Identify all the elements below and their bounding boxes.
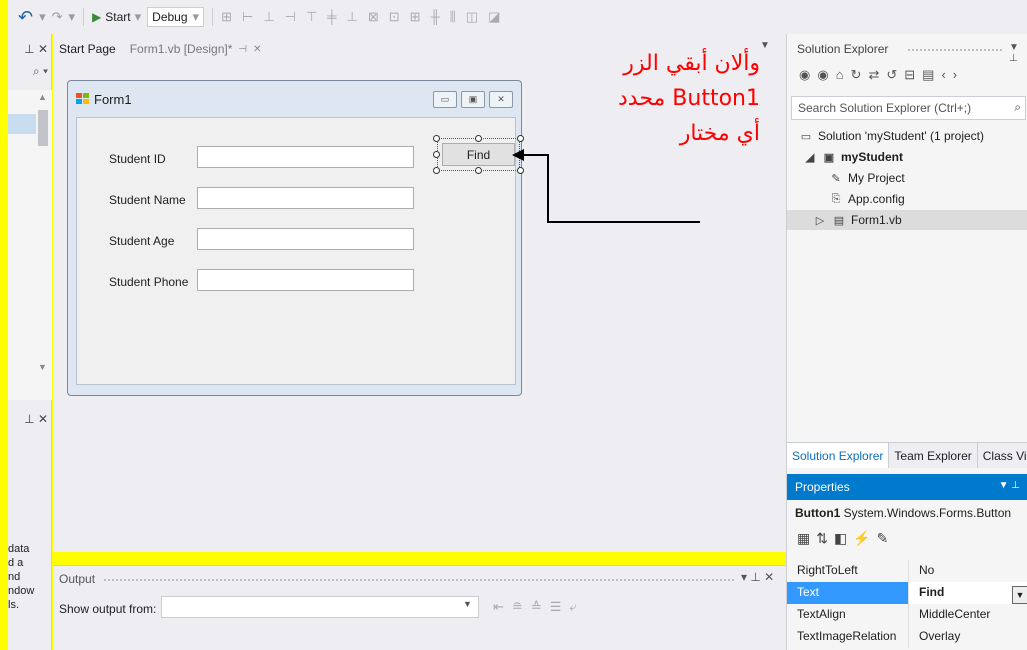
tree-item-label: Form1.vb [851, 213, 902, 227]
next-message-icon[interactable]: ≙ [531, 599, 550, 614]
tree-item-app-config[interactable]: ⎘ App.config [829, 189, 905, 209]
arabic-annotation: وألان أبقي الزر Button1 محدد أي مختار [560, 46, 760, 151]
object-type: System.Windows.Forms.Button [843, 506, 1012, 520]
property-name: Text [787, 582, 908, 604]
categorized-icon[interactable]: ▦ [797, 530, 816, 546]
output-toolbar-icons: ⇤≘≙☰⤶ [493, 599, 585, 615]
property-name: TextImageRelation [797, 629, 897, 643]
sync-icon[interactable]: ⇄ [868, 67, 886, 82]
properties-panel: Properties ▼ ⊥ Button1 System.Windows.Fo… [786, 474, 1027, 650]
view-code-icon[interactable]: ‹› [941, 67, 964, 82]
property-name: RightToLeft [797, 563, 858, 577]
panel-grip[interactable] [103, 578, 735, 582]
dropdown-icon[interactable]: ▾ [741, 570, 747, 584]
annotation-line: Button1 محدد [617, 86, 760, 111]
properties-icon[interactable]: ◧ [834, 530, 853, 546]
expand-icon[interactable]: ◢ [803, 151, 817, 164]
property-row-text[interactable]: Text Find [787, 582, 1027, 604]
properties-title-bar: Properties ▼ ⊥ [787, 474, 1027, 500]
config-file-icon: ⎘ [831, 192, 841, 205]
panel-header-controls: ▾ ⊥ ✕ [741, 570, 774, 584]
properties-toolbar: ▦⇅◧⚡✎ [797, 530, 894, 547]
pin-icon[interactable]: ▼ ⊥ [1009, 42, 1027, 64]
chevron-down-icon[interactable]: ▼ [463, 599, 472, 609]
vb-project-icon: ▣ [823, 151, 835, 164]
tree-item-solution[interactable]: ▭ Solution 'myStudent' (1 project) [799, 126, 984, 146]
clear-all-icon[interactable]: ☰ [550, 599, 570, 614]
search-icon[interactable]: ⌕ [1014, 100, 1021, 115]
search-placeholder: Search Solution Explorer (Ctrl+;) [798, 101, 972, 115]
output-panel: Output ▾ ⊥ ✕ Show output from: ▼ ⇤≘≙☰⤶ [53, 565, 786, 650]
annotation-line: وألان أبقي الزر [623, 51, 760, 76]
solution-icon: ▭ [800, 130, 812, 143]
forward-icon[interactable]: ◉ [817, 67, 835, 82]
tab-solution-explorer[interactable]: Solution Explorer [787, 443, 890, 468]
pin-icon[interactable]: ⊥ [750, 570, 760, 584]
pin-icon[interactable]: ▼ ⊥ [999, 480, 1020, 491]
tree-item-my-project[interactable]: ✎ My Project [829, 168, 905, 188]
events-icon[interactable]: ⚡ [853, 530, 876, 546]
solution-explorer-toolbar: ◉◉⌂↻⇄↺⊟▤‹› [799, 67, 964, 83]
annotation-line: أي مختار [679, 121, 760, 146]
output-title: Output [59, 572, 96, 586]
property-name: TextAlign [797, 607, 846, 621]
close-icon[interactable]: ✕ [764, 570, 774, 584]
tree-item-form1[interactable]: ▷ ▤ Form1.vb [787, 210, 1027, 230]
refresh-icon[interactable]: ↺ [886, 67, 904, 82]
show-all-files-icon[interactable]: ▤ [922, 67, 941, 82]
tab-team-explorer[interactable]: Team Explorer [889, 443, 978, 468]
tree-item-label: App.config [848, 192, 905, 206]
tree-item-project[interactable]: ◢ ▣ myStudent [803, 147, 903, 167]
form-file-icon: ▤ [833, 214, 845, 227]
property-value[interactable]: Overlay [908, 626, 1027, 648]
explorer-tab-strip: Solution Explorer Team Explorer Class Vi… [787, 442, 1027, 468]
solution-search-input[interactable]: Search Solution Explorer (Ctrl+;) ⌕ [791, 96, 1026, 120]
tree-item-label: myStudent [841, 150, 904, 164]
object-name: Button1 [795, 506, 841, 520]
solution-explorer-panel: Solution Explorer ▼ ⊥ ◉◉⌂↻⇄↺⊟▤‹› Search … [786, 34, 1027, 474]
wrench-icon: ✎ [831, 172, 841, 185]
property-row[interactable]: TextAlign MiddleCenter [787, 604, 1027, 626]
annotation-arrow-to-find-button [520, 154, 700, 223]
tab-class-view[interactable]: Class View [978, 443, 1027, 468]
tree-item-label: Solution 'myStudent' (1 project) [818, 129, 984, 143]
collapse-icon[interactable]: ⊟ [904, 67, 922, 82]
property-value[interactable]: No [908, 560, 1027, 582]
panel-grip[interactable] [907, 48, 1002, 52]
home-icon[interactable]: ⌂ [836, 67, 851, 82]
solution-explorer-title: Solution Explorer [797, 42, 889, 56]
property-value[interactable]: MiddleCenter [908, 604, 1027, 626]
find-message-icon[interactable]: ⇤ [493, 599, 512, 614]
property-row[interactable]: TextImageRelation Overlay [787, 626, 1027, 648]
show-output-from-label: Show output from: [59, 602, 157, 616]
property-dropdown-icon[interactable]: ▼ [1012, 586, 1027, 604]
property-value[interactable]: Find [908, 582, 1027, 604]
output-source-select[interactable] [161, 596, 479, 618]
alphabetical-icon[interactable]: ⇅ [816, 530, 834, 546]
tree-item-label: My Project [848, 171, 905, 185]
properties-object-selector[interactable]: Button1 System.Windows.Forms.Button [795, 506, 1011, 520]
word-wrap-icon[interactable]: ⤶ [569, 599, 584, 614]
arrowhead [512, 149, 524, 161]
history-icon[interactable]: ↻ [851, 67, 869, 82]
back-icon[interactable]: ◉ [799, 67, 817, 82]
property-pages-icon[interactable]: ✎ [877, 530, 895, 546]
expand-icon[interactable]: ▷ [813, 214, 827, 227]
property-row[interactable]: RightToLeft No [787, 560, 1027, 582]
previous-message-icon[interactable]: ≘ [512, 599, 531, 614]
properties-title: Properties [795, 480, 850, 494]
